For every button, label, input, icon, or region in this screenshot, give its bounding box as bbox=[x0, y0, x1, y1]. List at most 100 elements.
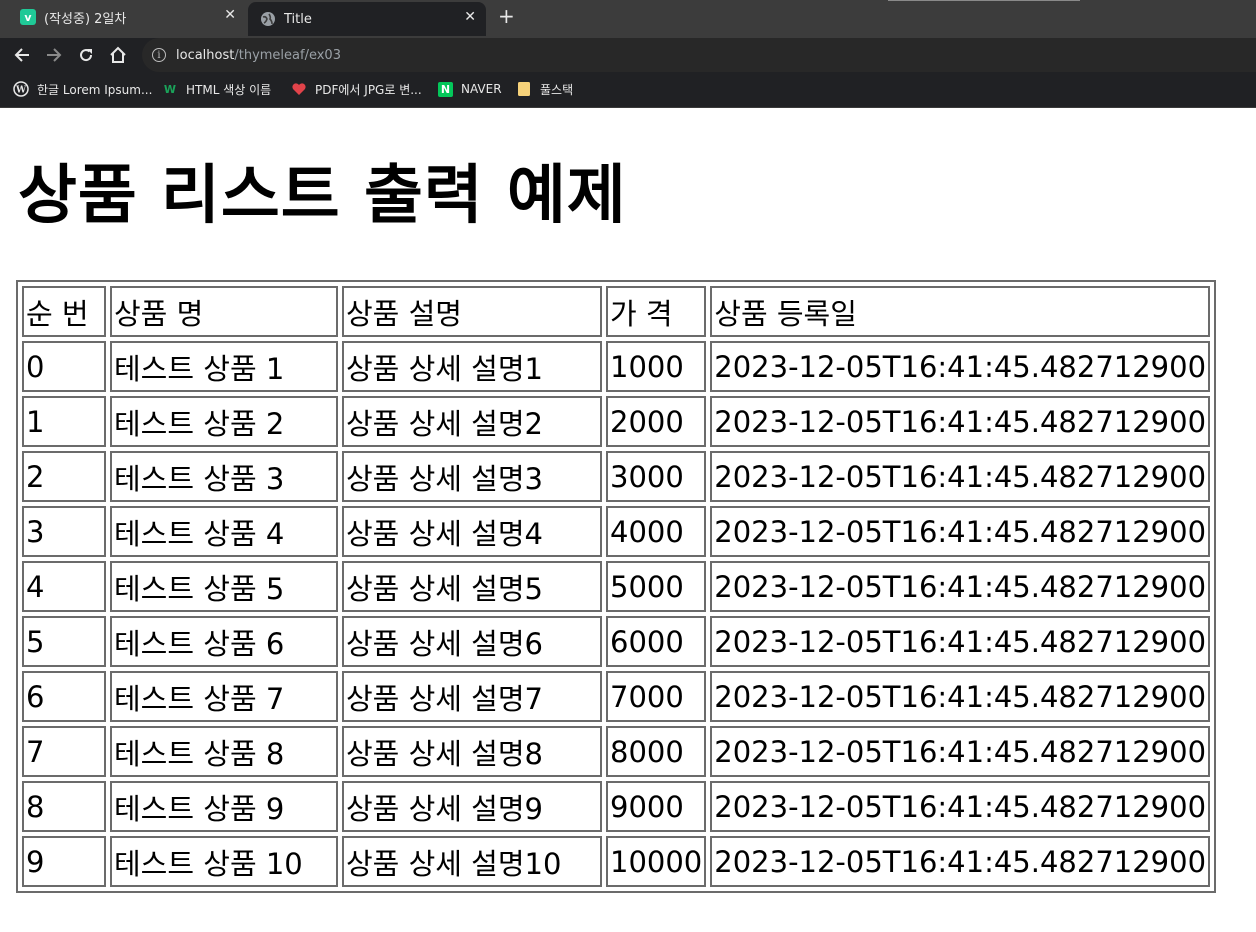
table-row: 0 테스트 상품 1 상품 상세 설명1 1000 2023-12-05T16:41:4… bbox=[22, 341, 1211, 392]
table-cell: 8 bbox=[22, 781, 106, 832]
table-cell: 1 bbox=[22, 396, 106, 447]
table-cell: 3000 bbox=[606, 451, 707, 502]
table-cell: 3 bbox=[22, 506, 106, 557]
header-cell: 상품 설명 bbox=[342, 286, 602, 337]
table-cell: 2023-12-05T16:41:45.482712900 bbox=[710, 396, 1211, 447]
table-cell: 테스트 상품 7 bbox=[110, 671, 338, 722]
table-row: 4 테스트 상품 5 상품 상세 설명5 5000 2023-12-05T16:41:4… bbox=[22, 561, 1211, 612]
bookmark-label: HTML 색상 이름 bbox=[186, 82, 272, 97]
table-cell: 테스트 상품 10 bbox=[110, 836, 338, 887]
bookmark-lorem-ipsum[interactable]: W 한글 Lorem Ipsum... bbox=[13, 72, 152, 106]
new-tab-button[interactable]: + bbox=[498, 4, 515, 28]
bookmarks-bar: W 한글 Lorem Ipsum... W HTML 색상 이름 PDF에서 J… bbox=[0, 72, 1256, 108]
table-cell: 상품 상세 설명9 bbox=[342, 781, 602, 832]
table-cell: 1000 bbox=[606, 341, 707, 392]
close-icon[interactable]: ✕ bbox=[224, 7, 236, 23]
table-row: 1 테스트 상품 2 상품 상세 설명2 2000 2023-12-05T16:41:4… bbox=[22, 396, 1211, 447]
url-path: /thymeleaf/ex03 bbox=[234, 47, 341, 63]
table-cell: 5 bbox=[22, 616, 106, 667]
bookmark-label: 풀스택 bbox=[540, 82, 574, 97]
table-cell: 9 bbox=[22, 836, 106, 887]
table-row: 6 테스트 상품 7 상품 상세 설명7 7000 2023-12-05T16:41:4… bbox=[22, 671, 1211, 722]
bookmark-naver[interactable]: N NAVER bbox=[438, 72, 502, 106]
table-cell: 7000 bbox=[606, 671, 707, 722]
table-cell: 4 bbox=[22, 561, 106, 612]
table-cell: 상품 상세 설명8 bbox=[342, 726, 602, 777]
page-content: 상품 리스트 출력 예제 순 번 상품 명 상품 설명 가 격 상품 등록일 0… bbox=[0, 108, 1256, 932]
forward-arrow-icon[interactable] bbox=[43, 44, 65, 66]
table-row: 7 테스트 상품 8 상품 상세 설명8 8000 2023-12-05T16:41:4… bbox=[22, 726, 1211, 777]
table-header-row: 순 번 상품 명 상품 설명 가 격 상품 등록일 bbox=[22, 286, 1211, 337]
table-cell: 상품 상세 설명7 bbox=[342, 671, 602, 722]
table-cell: 테스트 상품 8 bbox=[110, 726, 338, 777]
table-cell: 상품 상세 설명3 bbox=[342, 451, 602, 502]
table-cell: 테스트 상품 6 bbox=[110, 616, 338, 667]
bookmark-label: NAVER bbox=[461, 82, 502, 96]
table-cell: 상품 상세 설명4 bbox=[342, 506, 602, 557]
bookmark-folder-fullstack[interactable]: 풀스택 bbox=[516, 72, 573, 106]
reload-icon[interactable] bbox=[75, 44, 97, 66]
back-arrow-icon[interactable] bbox=[11, 44, 33, 66]
table-cell: 6000 bbox=[606, 616, 707, 667]
table-cell: 2023-12-05T16:41:45.482712900 bbox=[710, 616, 1211, 667]
table-row: 3 테스트 상품 4 상품 상세 설명4 4000 2023-12-05T16:41:4… bbox=[22, 506, 1211, 557]
table-cell: 2023-12-05T16:41:45.482712900 bbox=[710, 671, 1211, 722]
table-cell: 상품 상세 설명2 bbox=[342, 396, 602, 447]
tab-title-page[interactable]: Title ✕ bbox=[248, 2, 486, 36]
tab-title: Title bbox=[284, 11, 312, 27]
bookmark-label: PDF에서 JPG로 변... bbox=[315, 82, 422, 97]
table-row: 9 테스트 상품 10 상품 상세 설명10 10000 2023-12-05T16:4… bbox=[22, 836, 1211, 887]
table-cell: 2023-12-05T16:41:45.482712900 bbox=[710, 781, 1211, 832]
heart-icon bbox=[291, 81, 307, 97]
table-row: 2 테스트 상품 3 상품 상세 설명3 3000 2023-12-05T16:41:4… bbox=[22, 451, 1211, 502]
table-cell: 5000 bbox=[606, 561, 707, 612]
info-icon[interactable]: i bbox=[152, 48, 166, 62]
header-cell: 상품 명 bbox=[110, 286, 338, 337]
url-text: localhost/thymeleaf/ex03 bbox=[176, 48, 341, 63]
table-cell: 10000 bbox=[606, 836, 707, 887]
address-bar[interactable]: i localhost/thymeleaf/ex03 bbox=[142, 38, 1256, 72]
bookmark-label: 한글 Lorem Ipsum... bbox=[37, 82, 153, 97]
table-cell: 2023-12-05T16:41:45.482712900 bbox=[710, 341, 1211, 392]
bookmark-html-colors[interactable]: W HTML 색상 이름 bbox=[162, 72, 271, 106]
table-cell: 테스트 상품 4 bbox=[110, 506, 338, 557]
wordpress-icon: W bbox=[13, 81, 29, 97]
table-cell: 0 bbox=[22, 341, 106, 392]
table-cell: 6 bbox=[22, 671, 106, 722]
table-cell: 상품 상세 설명6 bbox=[342, 616, 602, 667]
table-cell: 4000 bbox=[606, 506, 707, 557]
tab-bar: v (작성중) 2일차 ✕ Title ✕ + bbox=[0, 0, 1256, 38]
tab-strip-divider bbox=[888, 0, 1080, 1]
tab-velog[interactable]: v (작성중) 2일차 ✕ bbox=[8, 0, 246, 34]
folder-icon bbox=[516, 81, 532, 97]
w-logo-icon: W bbox=[163, 82, 177, 96]
bookmark-pdf-to-jpg[interactable]: PDF에서 JPG로 변... bbox=[291, 72, 422, 106]
table-row: 8 테스트 상품 9 상품 상세 설명9 9000 2023-12-05T16:41:4… bbox=[22, 781, 1211, 832]
header-cell: 가 격 bbox=[606, 286, 707, 337]
table-cell: 2023-12-05T16:41:45.482712900 bbox=[710, 561, 1211, 612]
close-icon[interactable]: ✕ bbox=[464, 9, 476, 25]
globe-icon bbox=[260, 11, 276, 27]
table-cell: 8000 bbox=[606, 726, 707, 777]
table-cell: 2023-12-05T16:41:45.482712900 bbox=[710, 836, 1211, 887]
table-cell: 2023-12-05T16:41:45.482712900 bbox=[710, 451, 1211, 502]
table-cell: 상품 상세 설명10 bbox=[342, 836, 602, 887]
svg-text:W: W bbox=[15, 86, 27, 96]
table-cell: 테스트 상품 1 bbox=[110, 341, 338, 392]
table-cell: 상품 상세 설명1 bbox=[342, 341, 602, 392]
browser-toolbar: i localhost/thymeleaf/ex03 bbox=[0, 38, 1256, 72]
header-cell: 상품 등록일 bbox=[710, 286, 1211, 337]
table-cell: 테스트 상품 2 bbox=[110, 396, 338, 447]
page-title: 상품 리스트 출력 예제 bbox=[18, 159, 627, 233]
velog-icon: v bbox=[20, 9, 36, 25]
product-table: 순 번 상품 명 상품 설명 가 격 상품 등록일 0 테스트 상품 1 상품 상세… bbox=[16, 280, 1217, 893]
home-icon[interactable] bbox=[107, 44, 129, 66]
table-cell: 2023-12-05T16:41:45.482712900 bbox=[710, 726, 1211, 777]
header-cell: 순 번 bbox=[22, 286, 106, 337]
table-cell: 상품 상세 설명5 bbox=[342, 561, 602, 612]
table-cell: 7 bbox=[22, 726, 106, 777]
table-cell: 테스트 상품 9 bbox=[110, 781, 338, 832]
table-row: 5 테스트 상품 6 상품 상세 설명6 6000 2023-12-05T16:41:4… bbox=[22, 616, 1211, 667]
table-cell: 2000 bbox=[606, 396, 707, 447]
tab-title: (작성중) 2일차 bbox=[44, 11, 127, 27]
